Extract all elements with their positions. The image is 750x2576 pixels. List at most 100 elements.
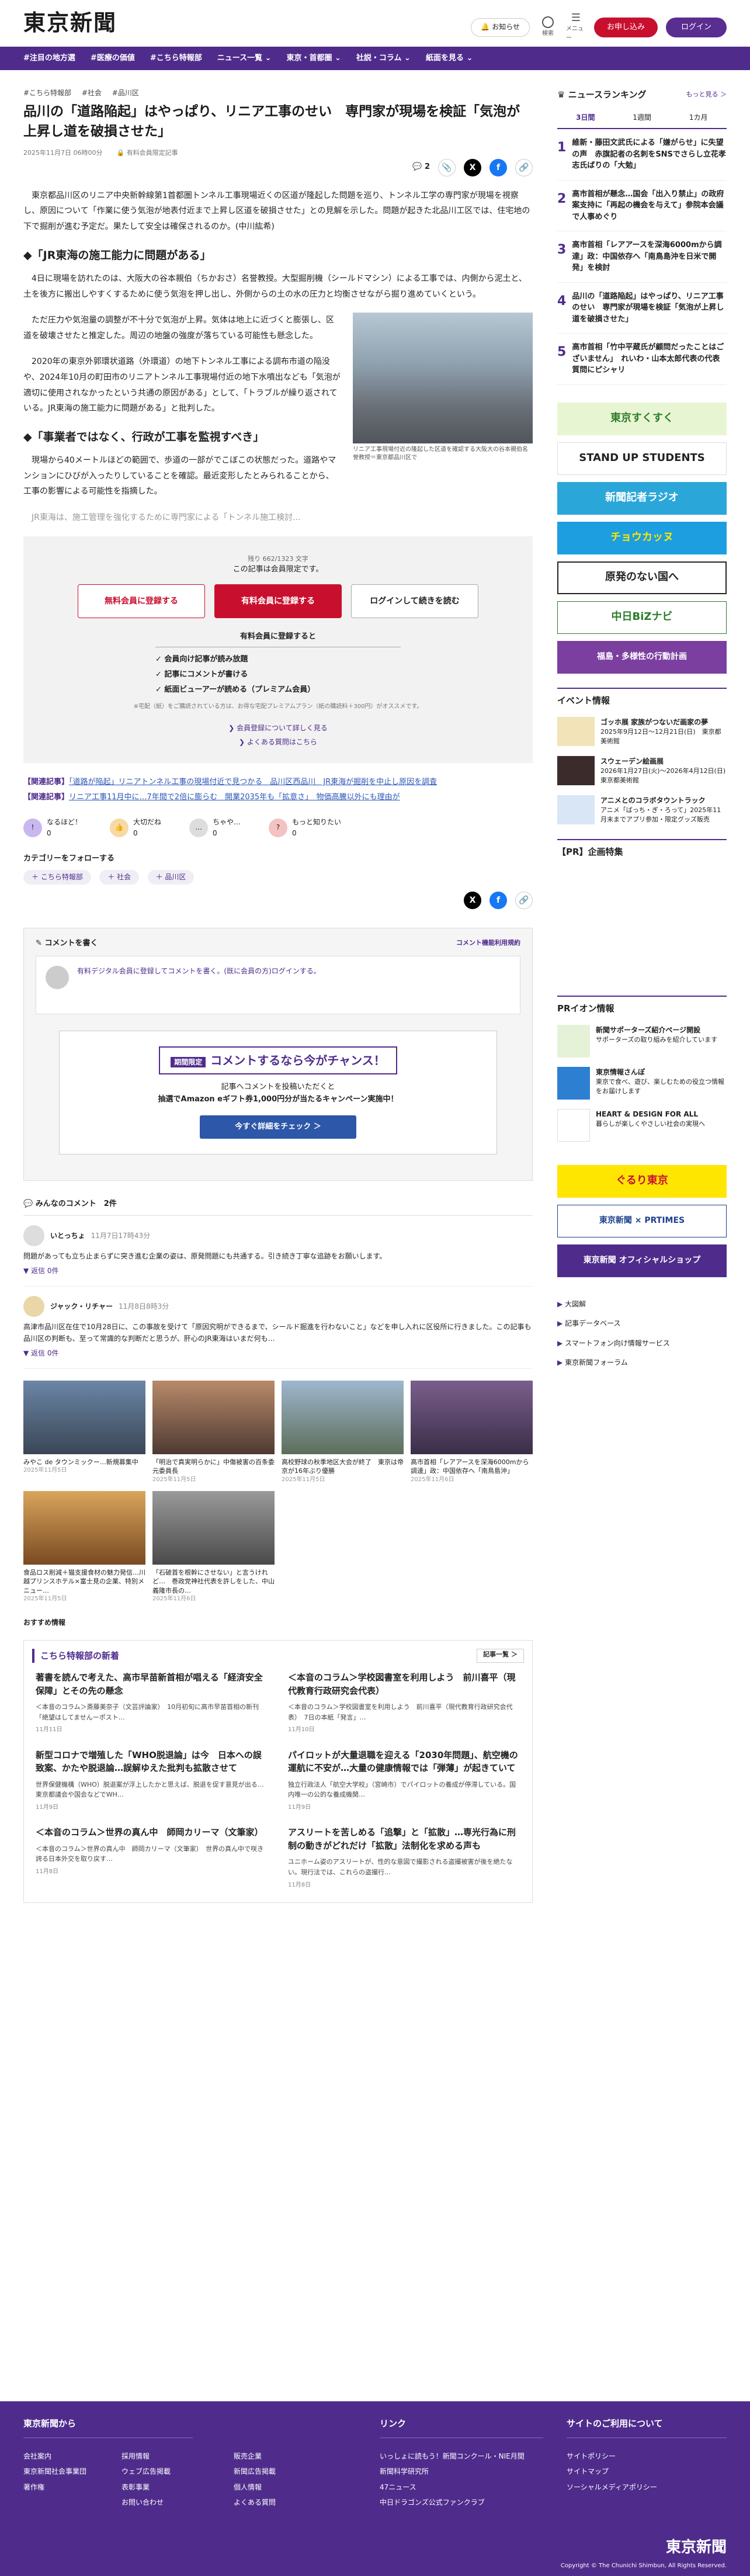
faq-link[interactable]: ❯ よくある質問はこちら bbox=[23, 735, 533, 749]
banner-sukusuku[interactable]: 東京すくすく bbox=[557, 402, 727, 435]
ranking-more-link[interactable]: もっと見る ＞ bbox=[686, 89, 727, 100]
tab-3days[interactable]: 3日間 bbox=[557, 108, 614, 128]
nav-item-5[interactable]: 東京・首都圏 ⌄ bbox=[287, 53, 341, 65]
kochira-article[interactable]: 新型コロナで増殖した「WHO脱退論」は今 日本への誤致案、かたや脱退論…誤解ゆえ… bbox=[36, 1749, 268, 1814]
x-share-icon[interactable]: X bbox=[464, 158, 481, 176]
thumb-article[interactable]: 食品ロス削減＋猫支援食材の魅力発信…川越プリンスホテル×富士見の企業、特別メニュ… bbox=[23, 1490, 145, 1603]
search-button[interactable]: 検索 bbox=[538, 16, 558, 39]
kochira-article[interactable]: ＜本音のコラム＞世界の真ん中 師岡カリーマ（文筆家） ＜本音のコラム＞世界の真ん中… bbox=[36, 1826, 268, 1891]
kochira-article[interactable]: パイロットが大量退職を迎える「2030年問題」、航空機の運航に不安が…大量の健康… bbox=[288, 1749, 520, 1814]
tab-1month[interactable]: 1カ月 bbox=[670, 108, 727, 128]
article-photo[interactable]: リニア工事現場付近の隆起した区道を確認する大阪大の谷本親伯名誉教授＝東京都品川区… bbox=[353, 313, 533, 462]
footer-logo[interactable]: 東京新聞 bbox=[666, 2536, 727, 2560]
reaction-moyamoya[interactable]: … ちゃや… 0 bbox=[189, 817, 241, 839]
banner-gururi[interactable]: ぐるり東京 bbox=[557, 1164, 727, 1198]
membership-info-link[interactable]: ❯ 会員登録について詳しく見る bbox=[23, 721, 533, 735]
thumb-article[interactable]: 高市首相「レアアースを深海6000mから調達」政：中国依存へ「南鳥島沖」 2025… bbox=[411, 1381, 533, 1484]
footer-link[interactable]: ウェブ広告掲載 bbox=[121, 2464, 171, 2479]
related-link[interactable]: 「道路が陥起」リニアトンネル工事の現場付近で見つかる 品川区西品川 JR東海が掘… bbox=[69, 778, 437, 786]
x-share-icon[interactable]: X bbox=[464, 892, 481, 910]
ranking-item[interactable]: 5 高市首相「竹中平蔵氏が顧問だったことはございません」 れいわ・山本太郎代表の代… bbox=[557, 334, 727, 385]
banner-shop[interactable]: 東京新聞 オフィシャルショップ bbox=[557, 1244, 727, 1277]
pr-info-item[interactable]: 新聞サポーターズ紹介ページ開設 サポーターズの取り組みを紹介しています bbox=[557, 1024, 727, 1058]
sidebar-link[interactable]: ▶ 東京新聞フォーラム bbox=[557, 1353, 727, 1373]
banner-bizнavi[interactable]: 中日BiZナビ bbox=[557, 601, 727, 634]
footer-link[interactable]: お問い合わせ bbox=[121, 2495, 171, 2510]
kochira-article[interactable]: 著書を読んで考えた、高市早苗新首相が唱える「経済安全保障」とその先の懸念 ＜本音の… bbox=[36, 1671, 268, 1736]
footer-link[interactable]: 個人情報 bbox=[234, 2480, 350, 2495]
facebook-share-icon[interactable]: f bbox=[489, 892, 507, 910]
event-item[interactable]: ゴッホ展 家族がつないだ画家の夢 2025年9月12日〜12月21日(日) 東京都… bbox=[557, 716, 727, 747]
related-link[interactable]: リニア工事11月中に…7年間で2倍に膨らむ 開業2035年も「拡意さ」 物価高騰… bbox=[69, 793, 400, 802]
facebook-share-icon[interactable]: f bbox=[489, 158, 507, 176]
banner-standup[interactable]: STAND UP STUDENTS bbox=[557, 442, 727, 475]
link-share-icon[interactable]: 🔗 bbox=[515, 892, 533, 910]
nav-item-7[interactable]: 紙面を見る ⌄ bbox=[426, 53, 473, 65]
footer-link[interactable]: サイトポリシー bbox=[567, 2449, 727, 2464]
reaction-taisetsu[interactable]: 👍 大切だね 0 bbox=[110, 817, 161, 839]
footer-link[interactable]: 47ニュース bbox=[380, 2480, 543, 2495]
banner-prtimes[interactable]: 東京新聞 × PRTIMES bbox=[557, 1204, 727, 1237]
pr-info-item[interactable]: HEART & DESIGN FOR ALL 暮らしが楽しくやさしい社会の実現へ bbox=[557, 1108, 727, 1142]
thumb-article[interactable]: 高校野球の秋季地区大会が終了 東京は帝京が16年ぶり優勝 2025年11月5日 bbox=[282, 1381, 404, 1484]
footer-link[interactable]: いっしょに読もう！新聞コンクール・NIE月間 bbox=[380, 2449, 543, 2464]
banner-genpatsu[interactable]: 原発のない国へ bbox=[557, 561, 727, 594]
site-logo[interactable]: 東京新聞 bbox=[23, 5, 117, 41]
footer-link[interactable]: 採用情報 bbox=[121, 2449, 171, 2464]
comment-count[interactable]: 💬 2 bbox=[412, 161, 430, 174]
nav-item-1[interactable]: #注目の地方選 bbox=[23, 53, 75, 65]
register-button[interactable]: お申し込み bbox=[593, 17, 658, 38]
thumb-article[interactable]: みやこ de タウンミックー…新規募集中 2025年11月5日 bbox=[23, 1381, 145, 1484]
thumb-article[interactable]: 「明治で真実明らかに」中傷被害の百条委元委員長 2025年11月5日 bbox=[152, 1381, 275, 1484]
ranking-item[interactable]: 2 高市首相が懸念…国会「出入り禁止」の政府案支持に「再起の機会を与えて」参院本会… bbox=[557, 181, 727, 232]
login-continue-button[interactable]: ログインして続きを読む bbox=[351, 584, 478, 618]
kochira-more-button[interactable]: 記事一覧 ＞ bbox=[477, 1649, 524, 1663]
banner-choukatsu[interactable]: チョウカッヌ bbox=[557, 521, 727, 554]
clip-icon[interactable]: 📎 bbox=[438, 158, 456, 176]
footer-link[interactable]: 東京新聞社会事業団 bbox=[23, 2464, 86, 2479]
crumb-tag[interactable]: #品川区 bbox=[112, 89, 139, 97]
reaction-motto[interactable]: ? もっと知りたい 0 bbox=[269, 817, 341, 839]
login-button[interactable]: ログイン bbox=[665, 17, 727, 38]
crumb-tag[interactable]: #こちら特報部 bbox=[23, 89, 71, 97]
sidebar-link[interactable]: ▶ スマートフォン向け情報サービス bbox=[557, 1334, 727, 1354]
reply-toggle[interactable]: ▼ 返信 0件 bbox=[23, 1348, 533, 1359]
notify-button[interactable]: 🔔 お知らせ bbox=[471, 18, 530, 37]
nav-item-3[interactable]: #こちら特報部 bbox=[150, 53, 202, 65]
kochira-article[interactable]: アスリートを苦しめる「追撃」と「拡散」…専光行為に刑制の動きがどれだけ「拡散」法… bbox=[288, 1826, 520, 1891]
footer-link[interactable]: 販売企業 bbox=[234, 2449, 350, 2464]
comment-input[interactable]: 有料デジタル会員に登録してコメントを書く。(既に会員の方)ログインする。 bbox=[36, 955, 520, 1014]
follow-tag[interactable]: ＋ 品川区 bbox=[147, 869, 195, 885]
nav-item-2[interactable]: #医療の価値 bbox=[91, 53, 135, 65]
footer-link[interactable]: ソーシャルメディアポリシー bbox=[567, 2480, 727, 2495]
link-share-icon[interactable]: 🔗 bbox=[515, 158, 533, 176]
sidebar-link[interactable]: ▶ 大図解 bbox=[557, 1295, 727, 1315]
nav-item-4[interactable]: ニュース一覧 ⌄ bbox=[217, 53, 272, 65]
banner-radio[interactable]: 新聞記者ラジオ bbox=[557, 481, 727, 515]
footer-link[interactable]: 中日ドラゴンズ公式ファンクラブ bbox=[380, 2495, 543, 2510]
ranking-item[interactable]: 1 維新・藤田文武氏による「嫌がらせ」に失望の声 赤旗記者の名刺をSNSでさらし立… bbox=[557, 129, 727, 181]
follow-tag[interactable]: ＋ 社会 bbox=[99, 869, 140, 885]
footer-link[interactable]: 著作権 bbox=[23, 2480, 86, 2495]
footer-link[interactable]: よくある質問 bbox=[234, 2495, 350, 2510]
event-item[interactable]: アニメとのコラボタウントラック アニメ「ばっち・ぎ・ろって」2025年11月末まで… bbox=[557, 795, 727, 825]
footer-link[interactable]: 表彰事業 bbox=[121, 2480, 171, 2495]
ranking-item[interactable]: 3 高市首相「レアアースを深海6000mから調達」政：中国依存へ「南鳥島沖を日米で… bbox=[557, 231, 727, 283]
sidebar-link[interactable]: ▶ 記事データベース bbox=[557, 1314, 727, 1334]
kochira-article[interactable]: ＜本音のコラム＞学校図書室を利用しよう 前川喜平（現代教育行政研究会代表） ＜本音… bbox=[288, 1671, 520, 1736]
ranking-item[interactable]: 4 品川の「道路陥起」はやっぱり、リニア工事のせい 専門家が現場を検証「気泡が上昇… bbox=[557, 283, 727, 334]
footer-link[interactable]: サイトマップ bbox=[567, 2464, 727, 2479]
paid-register-button[interactable]: 有料会員に登録する bbox=[214, 584, 342, 618]
footer-link[interactable]: 会社案内 bbox=[23, 2449, 86, 2464]
nav-item-6[interactable]: 社説・コラム ⌄ bbox=[356, 53, 411, 65]
campaign-button[interactable]: 今すぐ詳細をチェック ＞ bbox=[200, 1115, 356, 1139]
footer-link[interactable]: 新聞広告掲載 bbox=[234, 2464, 350, 2479]
reply-toggle[interactable]: ▼ 返信 0件 bbox=[23, 1266, 533, 1277]
menu-button[interactable]: ☰ メニュー bbox=[566, 12, 586, 43]
pr-info-item[interactable]: 東京情報さんぽ 東京で食べ、遊び、楽しむための役立つ情報をお届けします bbox=[557, 1066, 727, 1100]
crumb-tag[interactable]: #社会 bbox=[82, 89, 102, 97]
banner-fukushima[interactable]: 福島・多様性の行動計画 bbox=[557, 640, 727, 674]
follow-tag[interactable]: ＋ こちら特報部 bbox=[23, 869, 91, 885]
tab-1week[interactable]: 1週間 bbox=[614, 108, 671, 128]
comment-rule-link[interactable]: コメント機能利用規約 bbox=[456, 938, 520, 950]
